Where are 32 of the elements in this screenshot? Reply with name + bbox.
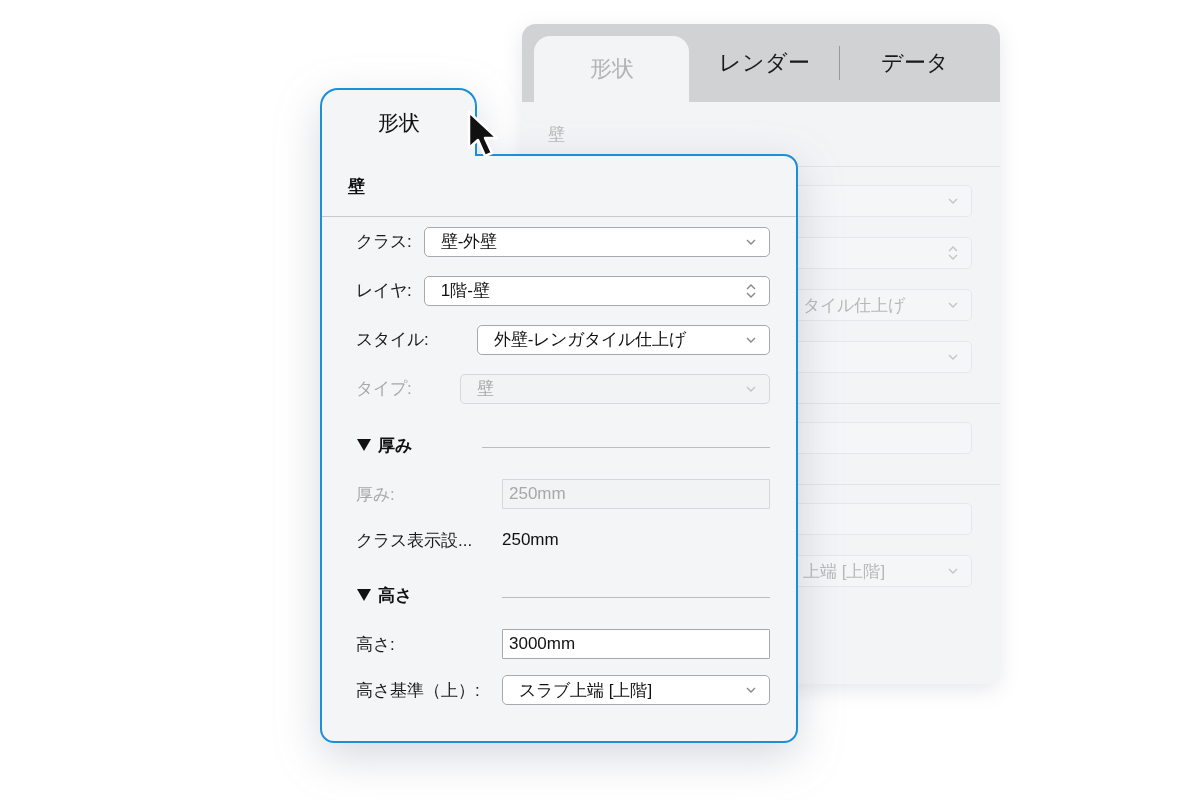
field-label: 高さ基準（上）: (356, 679, 481, 702)
dropdown[interactable]: スラブ上端 [上階] (502, 675, 770, 705)
chevron-down-icon (947, 197, 959, 205)
up-down-icon (947, 244, 959, 262)
field-label: タイプ: (356, 378, 412, 400)
tab[interactable]: 形状 (320, 88, 477, 156)
triangle-icon[interactable] (356, 588, 372, 602)
chevron-down-icon (745, 237, 757, 246)
chevron-down-icon (947, 353, 959, 361)
field-label: 高さ: (356, 633, 396, 656)
field-label: スタイル: (356, 329, 429, 351)
section-title: 壁 (348, 175, 365, 198)
chevron-down-icon (947, 301, 959, 309)
dropdown[interactable]: 壁-外壁 (423, 226, 770, 257)
field-label: 厚み: (356, 483, 396, 506)
tab[interactable]: データ (840, 24, 990, 102)
field-label: レイヤ: (356, 280, 412, 302)
section-title: 壁 (548, 123, 565, 146)
chevron-down-icon (745, 384, 757, 393)
triangle-icon[interactable] (356, 438, 372, 452)
value-text: 250mm (502, 530, 559, 550)
field-label: クラス表示設... (356, 529, 474, 552)
dropdown[interactable]: 外壁-レンガタイル仕上げ (476, 324, 770, 355)
chevron-down-icon (947, 567, 959, 575)
tab[interactable]: レンダー (689, 24, 839, 102)
section-heading: 厚み (378, 434, 412, 457)
field-label: クラス: (356, 231, 412, 253)
stepper-field[interactable]: 1階-壁 (423, 275, 770, 306)
chevron-down-icon (745, 686, 757, 694)
input-field[interactable]: 3000mm (502, 629, 770, 659)
section-heading: 高さ (378, 584, 412, 607)
chevron-down-icon (745, 335, 757, 344)
